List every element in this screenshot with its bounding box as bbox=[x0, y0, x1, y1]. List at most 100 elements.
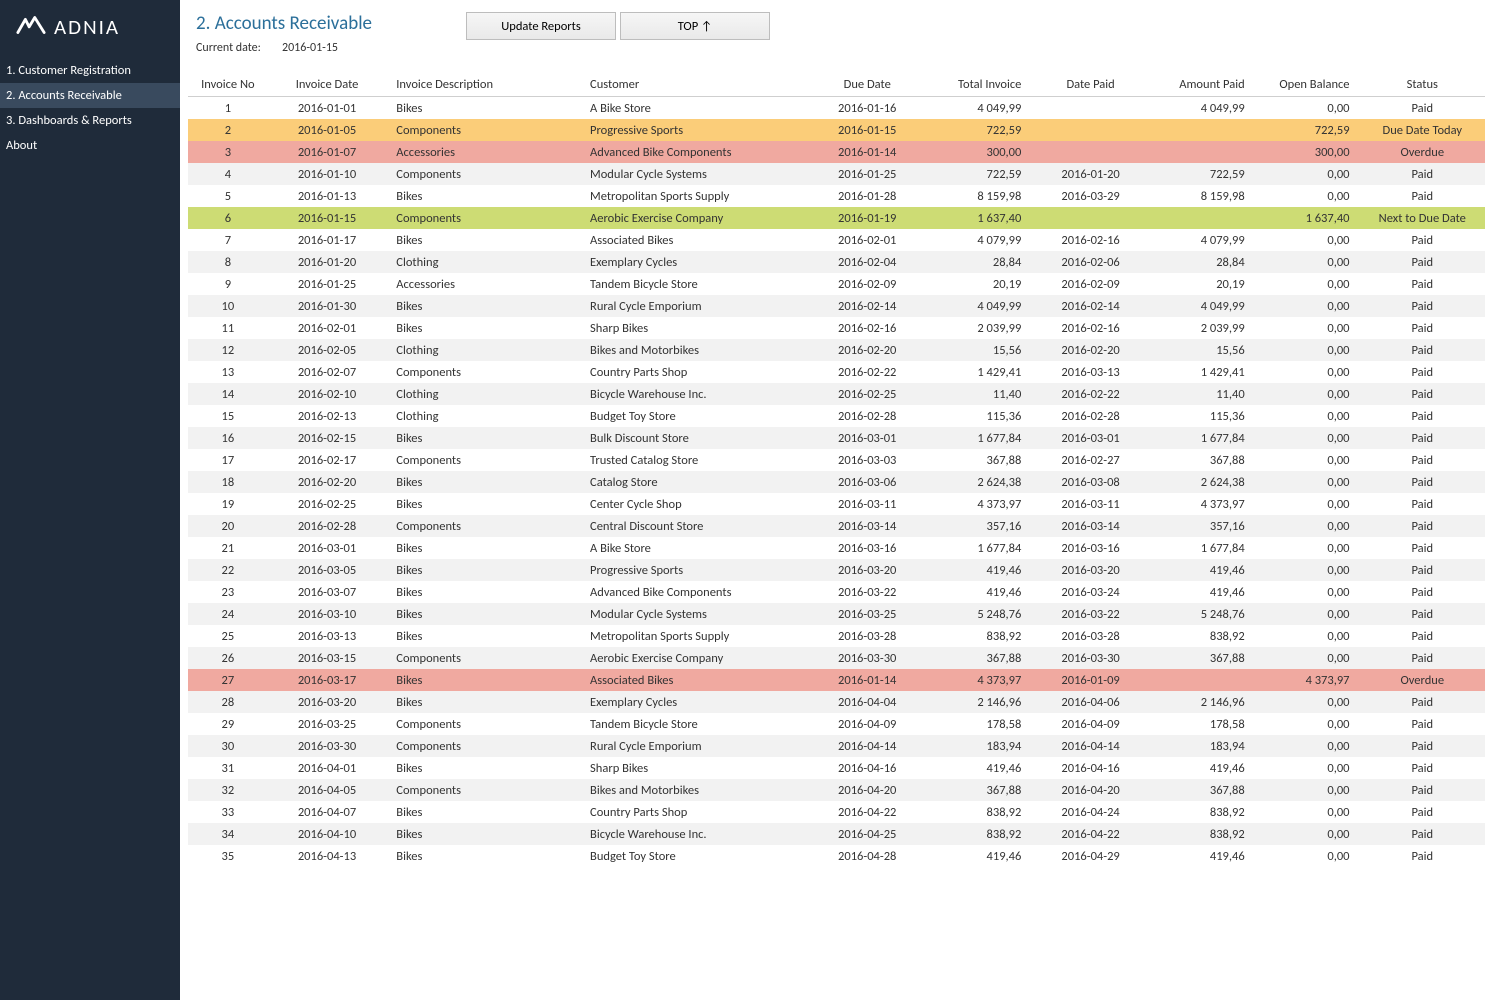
table-row[interactable]: 92016-01-25AccessoriesTandem Bicycle Sto… bbox=[188, 273, 1485, 295]
table-row[interactable]: 192016-02-25BikesCenter Cycle Shop2016-0… bbox=[188, 493, 1485, 515]
cell-status: Next to Due Date bbox=[1360, 207, 1485, 229]
table-row[interactable]: 152016-02-13ClothingBudget Toy Store2016… bbox=[188, 405, 1485, 427]
cell-open: 0,00 bbox=[1255, 625, 1360, 647]
cell-desc: Clothing bbox=[386, 251, 580, 273]
cell-idate: 2016-02-01 bbox=[268, 317, 387, 339]
cell-due: 2016-01-14 bbox=[808, 669, 927, 691]
cell-paid_date bbox=[1031, 119, 1150, 141]
table-row[interactable]: 122016-02-05ClothingBikes and Motorbikes… bbox=[188, 339, 1485, 361]
cell-open: 0,00 bbox=[1255, 229, 1360, 251]
table-row[interactable]: 22016-01-05ComponentsProgressive Sports2… bbox=[188, 119, 1485, 141]
cell-open: 0,00 bbox=[1255, 845, 1360, 867]
cell-due: 2016-04-09 bbox=[808, 713, 927, 735]
cell-paid_date: 2016-02-20 bbox=[1031, 339, 1150, 361]
nav-item-2[interactable]: 3. Dashboards & Reports bbox=[0, 108, 180, 133]
cell-status: Paid bbox=[1360, 779, 1485, 801]
table-row[interactable]: 272016-03-17BikesAssociated Bikes2016-01… bbox=[188, 669, 1485, 691]
cell-total: 838,92 bbox=[926, 625, 1031, 647]
cell-paid_date: 2016-03-14 bbox=[1031, 515, 1150, 537]
table-row[interactable]: 332016-04-07BikesCountry Parts Shop2016-… bbox=[188, 801, 1485, 823]
table-row[interactable]: 112016-02-01BikesSharp Bikes2016-02-162 … bbox=[188, 317, 1485, 339]
cell-paid_date: 2016-03-22 bbox=[1031, 603, 1150, 625]
cell-paid_date: 2016-03-20 bbox=[1031, 559, 1150, 581]
table-row[interactable]: 142016-02-10ClothingBicycle Warehouse In… bbox=[188, 383, 1485, 405]
cell-paid_amt: 367,88 bbox=[1150, 449, 1255, 471]
table-row[interactable]: 322016-04-05ComponentsBikes and Motorbik… bbox=[188, 779, 1485, 801]
table-row[interactable]: 132016-02-07ComponentsCountry Parts Shop… bbox=[188, 361, 1485, 383]
cell-no: 14 bbox=[188, 383, 268, 405]
table-row[interactable]: 212016-03-01BikesA Bike Store2016-03-161… bbox=[188, 537, 1485, 559]
table-row[interactable]: 312016-04-01BikesSharp Bikes2016-04-1641… bbox=[188, 757, 1485, 779]
table-row[interactable]: 12016-01-01BikesA Bike Store2016-01-164 … bbox=[188, 97, 1485, 120]
cell-desc: Bikes bbox=[386, 559, 580, 581]
cell-cust: Metropolitan Sports Supply bbox=[580, 625, 808, 647]
cell-idate: 2016-01-07 bbox=[268, 141, 387, 163]
cell-idate: 2016-02-28 bbox=[268, 515, 387, 537]
cell-no: 5 bbox=[188, 185, 268, 207]
table-row[interactable]: 102016-01-30BikesRural Cycle Emporium201… bbox=[188, 295, 1485, 317]
cell-paid_amt: 8 159,98 bbox=[1150, 185, 1255, 207]
cell-status: Paid bbox=[1360, 515, 1485, 537]
cell-desc: Accessories bbox=[386, 141, 580, 163]
cell-desc: Clothing bbox=[386, 339, 580, 361]
cell-cust: Catalog Store bbox=[580, 471, 808, 493]
table-row[interactable]: 52016-01-13BikesMetropolitan Sports Supp… bbox=[188, 185, 1485, 207]
cell-cust: Tandem Bicycle Store bbox=[580, 273, 808, 295]
cell-paid_amt: 722,59 bbox=[1150, 163, 1255, 185]
table-row[interactable]: 162016-02-15BikesBulk Discount Store2016… bbox=[188, 427, 1485, 449]
table-row[interactable]: 242016-03-10BikesModular Cycle Systems20… bbox=[188, 603, 1485, 625]
cell-total: 11,40 bbox=[926, 383, 1031, 405]
cell-paid_amt: 357,16 bbox=[1150, 515, 1255, 537]
cell-no: 27 bbox=[188, 669, 268, 691]
cell-cust: Budget Toy Store bbox=[580, 405, 808, 427]
table-row[interactable]: 352016-04-13BikesBudget Toy Store2016-04… bbox=[188, 845, 1485, 867]
table-row[interactable]: 292016-03-25ComponentsTandem Bicycle Sto… bbox=[188, 713, 1485, 735]
cell-no: 4 bbox=[188, 163, 268, 185]
cell-due: 2016-01-16 bbox=[808, 97, 927, 120]
table-row[interactable]: 232016-03-07BikesAdvanced Bike Component… bbox=[188, 581, 1485, 603]
table-row[interactable]: 342016-04-10BikesBicycle Warehouse Inc.2… bbox=[188, 823, 1485, 845]
table-row[interactable]: 72016-01-17BikesAssociated Bikes2016-02-… bbox=[188, 229, 1485, 251]
top-button[interactable]: TOP ↑ bbox=[620, 12, 770, 40]
cell-paid_amt: 367,88 bbox=[1150, 779, 1255, 801]
col-header: Status bbox=[1360, 73, 1485, 97]
nav-item-3[interactable]: About bbox=[0, 133, 180, 158]
table-row[interactable]: 252016-03-13BikesMetropolitan Sports Sup… bbox=[188, 625, 1485, 647]
table-row[interactable]: 182016-02-20BikesCatalog Store2016-03-06… bbox=[188, 471, 1485, 493]
table-row[interactable]: 42016-01-10ComponentsModular Cycle Syste… bbox=[188, 163, 1485, 185]
nav-item-0[interactable]: 1. Customer Registration bbox=[0, 58, 180, 83]
cell-idate: 2016-04-10 bbox=[268, 823, 387, 845]
cell-due: 2016-01-19 bbox=[808, 207, 927, 229]
table-row[interactable]: 222016-03-05BikesProgressive Sports2016-… bbox=[188, 559, 1485, 581]
cell-open: 0,00 bbox=[1255, 757, 1360, 779]
cell-paid_date: 2016-04-20 bbox=[1031, 779, 1150, 801]
cell-cust: Country Parts Shop bbox=[580, 361, 808, 383]
table-row[interactable]: 62016-01-15ComponentsAerobic Exercise Co… bbox=[188, 207, 1485, 229]
cell-no: 10 bbox=[188, 295, 268, 317]
col-header: Invoice Description bbox=[386, 73, 580, 97]
cell-desc: Components bbox=[386, 449, 580, 471]
cell-total: 722,59 bbox=[926, 163, 1031, 185]
cell-idate: 2016-02-07 bbox=[268, 361, 387, 383]
cell-paid_date: 2016-03-01 bbox=[1031, 427, 1150, 449]
table-row[interactable]: 282016-03-20BikesExemplary Cycles2016-04… bbox=[188, 691, 1485, 713]
table-row[interactable]: 82016-01-20ClothingExemplary Cycles2016-… bbox=[188, 251, 1485, 273]
cell-status: Paid bbox=[1360, 493, 1485, 515]
update-reports-button[interactable]: Update Reports bbox=[466, 12, 616, 40]
sidebar: ADNIA 1. Customer Registration2. Account… bbox=[0, 0, 180, 1000]
cell-idate: 2016-01-01 bbox=[268, 97, 387, 120]
table-row[interactable]: 262016-03-15ComponentsAerobic Exercise C… bbox=[188, 647, 1485, 669]
table-row[interactable]: 32016-01-07AccessoriesAdvanced Bike Comp… bbox=[188, 141, 1485, 163]
cell-total: 838,92 bbox=[926, 823, 1031, 845]
cell-cust: Country Parts Shop bbox=[580, 801, 808, 823]
cell-paid_amt: 1 677,84 bbox=[1150, 427, 1255, 449]
cell-idate: 2016-03-10 bbox=[268, 603, 387, 625]
cell-idate: 2016-02-17 bbox=[268, 449, 387, 471]
table-row[interactable]: 172016-02-17ComponentsTrusted Catalog St… bbox=[188, 449, 1485, 471]
nav-item-1[interactable]: 2. Accounts Receivable bbox=[0, 83, 180, 108]
cell-status: Paid bbox=[1360, 625, 1485, 647]
table-row[interactable]: 202016-02-28ComponentsCentral Discount S… bbox=[188, 515, 1485, 537]
cell-idate: 2016-01-30 bbox=[268, 295, 387, 317]
table-row[interactable]: 302016-03-30ComponentsRural Cycle Empori… bbox=[188, 735, 1485, 757]
cell-status: Overdue bbox=[1360, 141, 1485, 163]
